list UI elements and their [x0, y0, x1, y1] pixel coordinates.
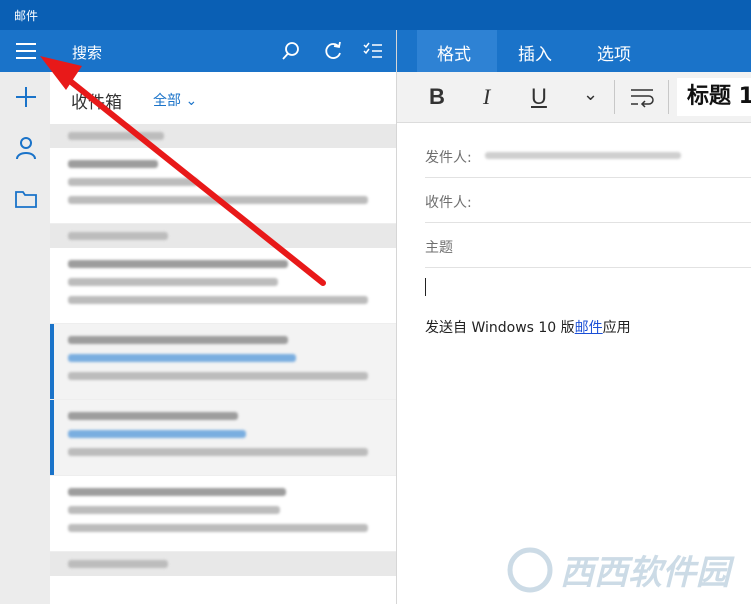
- date-header: [50, 124, 396, 148]
- from-label: 发件人:: [425, 150, 472, 166]
- italic-button[interactable]: I: [483, 84, 490, 110]
- folder-header: 收件箱 全部 ⌄: [50, 72, 396, 124]
- tab-options[interactable]: 选项: [597, 40, 631, 65]
- toolbar-separator: [614, 80, 615, 114]
- underline-button[interactable]: U: [531, 84, 547, 110]
- signature-prefix: 发送自 Windows 10 版: [425, 320, 575, 336]
- bold-button[interactable]: B: [429, 84, 445, 110]
- filter-label: 全部: [153, 93, 181, 109]
- title-bar: 邮件: [0, 0, 751, 30]
- folders-icon[interactable]: [13, 186, 39, 212]
- chevron-down-icon: ⌄: [185, 93, 198, 109]
- sync-icon[interactable]: [322, 40, 344, 62]
- date-header: [50, 224, 396, 248]
- new-mail-icon[interactable]: [13, 84, 39, 110]
- subject-field[interactable]: 主题: [425, 223, 751, 268]
- list-item[interactable]: [50, 400, 396, 476]
- accounts-icon[interactable]: [13, 135, 39, 161]
- font-options-chevron-icon[interactable]: ⌄: [583, 84, 598, 105]
- to-field[interactable]: 收件人:: [425, 178, 751, 223]
- search-icon[interactable]: [280, 40, 302, 62]
- date-header: [50, 552, 396, 576]
- paragraph-format-icon[interactable]: [629, 86, 655, 108]
- signature-suffix: 应用: [602, 320, 631, 336]
- hamburger-button[interactable]: [0, 30, 50, 72]
- to-label: 收件人:: [425, 195, 472, 211]
- toolbar-separator: [668, 80, 669, 114]
- ribbon-tabs: 格式 插入 选项: [397, 30, 751, 72]
- list-item[interactable]: [50, 324, 396, 400]
- search-header: 搜索: [50, 30, 396, 72]
- selection-mode-icon[interactable]: [362, 40, 384, 62]
- site-watermark-logo: 西西软件园: [507, 547, 735, 593]
- tab-format[interactable]: 格式: [437, 40, 471, 65]
- style-selector[interactable]: 标题 1: [677, 78, 751, 116]
- folder-name: 收件箱: [71, 93, 122, 113]
- tab-insert[interactable]: 插入: [518, 40, 552, 65]
- left-rail: [0, 30, 50, 604]
- list-item[interactable]: [50, 248, 396, 324]
- window-title: 邮件: [14, 9, 39, 23]
- from-field[interactable]: 发件人:: [425, 133, 751, 178]
- svg-text:西西软件园: 西西软件园: [560, 553, 735, 593]
- sender-address-blurred: [485, 152, 681, 159]
- message-list[interactable]: [50, 124, 396, 604]
- filter-dropdown[interactable]: 全部 ⌄: [153, 90, 197, 110]
- hamburger-icon: [16, 43, 36, 59]
- mail-link[interactable]: 邮件: [575, 320, 603, 336]
- text-cursor: [425, 278, 426, 296]
- compose-pane: 发件人: 收件人: 主题 发送自 Windows 10 版邮件应用: [397, 123, 751, 604]
- format-toolbar: B I U ⌄ 标题 1: [397, 72, 751, 123]
- list-item[interactable]: [50, 148, 396, 224]
- search-input[interactable]: 搜索: [72, 42, 102, 63]
- list-item[interactable]: [50, 476, 396, 552]
- subject-placeholder: 主题: [425, 240, 453, 256]
- signature[interactable]: 发送自 Windows 10 版邮件应用: [425, 317, 631, 337]
